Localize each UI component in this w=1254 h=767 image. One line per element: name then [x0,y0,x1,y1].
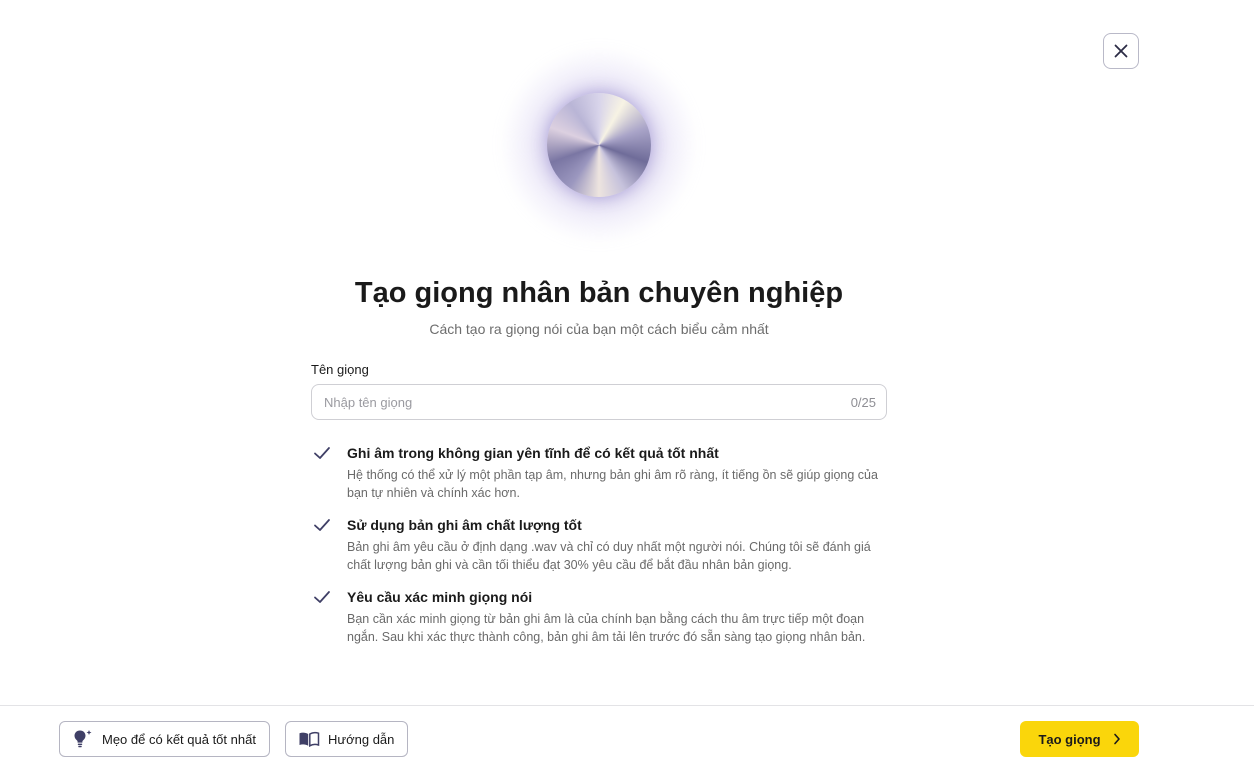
voice-name-label: Tên giọng [311,362,369,377]
tip-title: Yêu cầu xác minh giọng nói [347,589,533,605]
tip-description: Bạn cần xác minh giọng từ bản ghi âm là … [347,612,866,644]
check-icon [314,519,330,531]
voice-orb [499,45,699,245]
lightbulb-icon [74,730,92,748]
voice-name-input[interactable] [324,385,824,419]
create-voice-label: Tạo giọng [1038,731,1101,747]
tip-item: Ghi âm trong không gian yên tĩnh để có k… [311,443,891,502]
close-icon [1114,44,1128,58]
guide-label: Hướng dẫn [328,731,395,747]
check-icon [314,447,330,459]
tip-title: Ghi âm trong không gian yên tĩnh để có k… [347,445,719,461]
tips-list: Ghi âm trong không gian yên tĩnh để có k… [311,443,891,659]
best-results-tips-button[interactable]: Mẹo để có kết quả tốt nhất [59,721,270,757]
tip-item: Yêu cầu xác minh giọng nói Bạn cần xác m… [311,587,891,646]
best-results-tips-label: Mẹo để có kết quả tốt nhất [102,731,256,747]
tip-title: Sử dụng bản ghi âm chất lượng tốt [347,517,582,533]
orb-sphere [547,93,651,197]
chevron-right-icon [1113,733,1120,745]
create-voice-button[interactable]: Tạo giọng [1020,721,1139,757]
page-subtitle: Cách tạo ra giọng nói của bạn một cách b… [429,321,769,337]
tip-item: Sử dụng bản ghi âm chất lượng tốt Bản gh… [311,515,891,574]
check-icon [314,591,330,603]
close-button[interactable] [1103,33,1139,69]
book-icon [299,731,320,747]
voice-name-counter: 0/25 [850,395,876,410]
footer-bar: Mẹo để có kết quả tốt nhất Hướng dẫn Tạo… [0,705,1254,767]
page-title: Tạo giọng nhân bản chuyên nghiệp [354,277,844,309]
voice-name-field: 0/25 [311,384,887,420]
guide-button[interactable]: Hướng dẫn [285,721,408,757]
tip-description: Bản ghi âm yêu cầu ở định dạng .wav và c… [347,540,871,572]
tip-description: Hệ thống có thể xử lý một phần tạp âm, n… [347,468,878,500]
